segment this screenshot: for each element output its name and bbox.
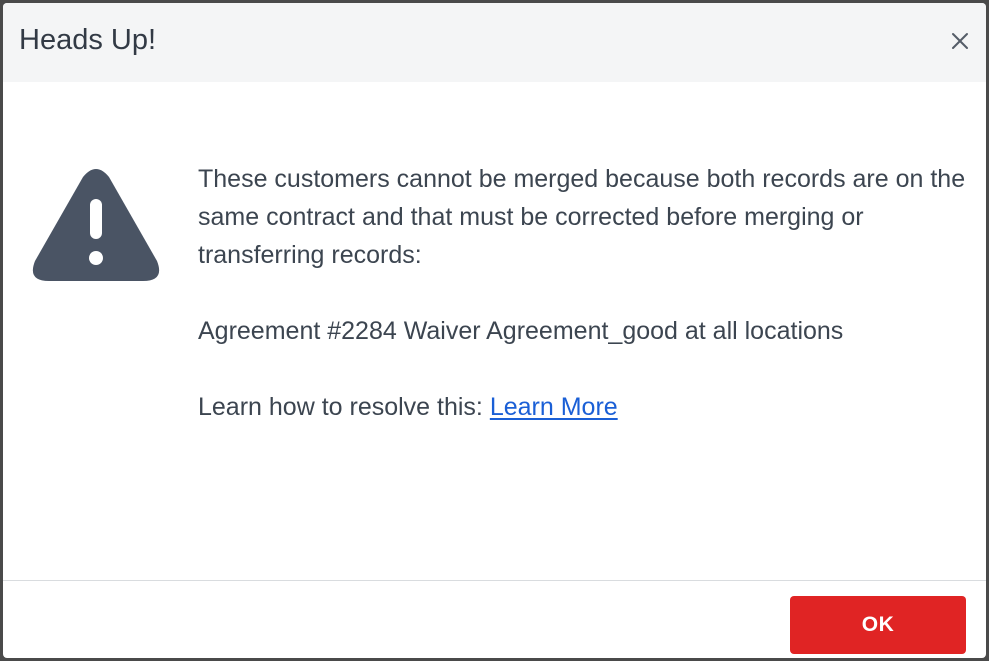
dialog-header: Heads Up!	[3, 3, 986, 82]
footer-divider	[3, 580, 986, 581]
close-button[interactable]	[944, 25, 976, 57]
resolve-line: Learn how to resolve this: Learn More	[198, 388, 973, 426]
dialog-title: Heads Up!	[19, 24, 157, 56]
ok-button[interactable]: OK	[790, 596, 966, 654]
heads-up-dialog: Heads Up! These customers cannot be merg…	[3, 3, 986, 658]
agreement-text: Agreement #2284 Waiver Agreement_good at…	[198, 317, 844, 345]
merge-error-text: These customers cannot be merged because…	[198, 165, 966, 269]
learn-more-link[interactable]: Learn More	[490, 393, 618, 421]
warning-icon	[32, 169, 160, 281]
dialog-body: These customers cannot be merged because…	[3, 82, 986, 581]
close-icon	[952, 33, 968, 49]
dialog-message: These customers cannot be merged because…	[198, 160, 973, 426]
resolve-prefix: Learn how to resolve this:	[198, 393, 490, 421]
